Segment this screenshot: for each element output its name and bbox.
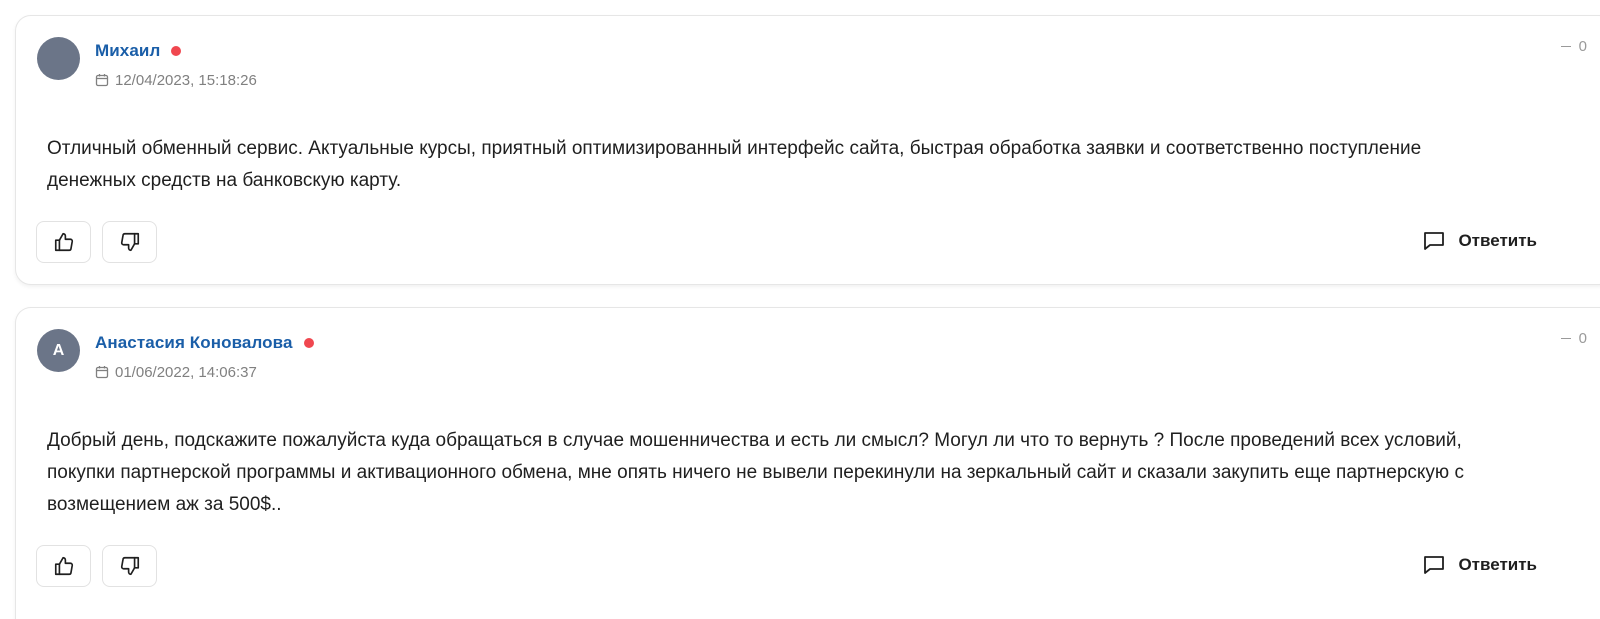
date-text: 12/04/2023, 15:18:26 bbox=[115, 71, 257, 89]
comment-text: Добрый день, подскажите пожалуйста куда … bbox=[47, 430, 1464, 515]
comment-card: А Анастасия Коновалова 01/06/2022, 14:06… bbox=[15, 307, 1600, 619]
thumbs-up-icon bbox=[54, 556, 73, 576]
reply-button[interactable]: Ответить bbox=[1423, 231, 1537, 251]
author-name-link[interactable]: Анастасия Коновалова bbox=[95, 333, 293, 353]
minus-icon bbox=[1560, 45, 1571, 48]
thumbs-down-icon bbox=[120, 232, 139, 252]
thumbs-down-icon bbox=[120, 556, 139, 576]
online-status-dot bbox=[171, 46, 182, 56]
dislike-button[interactable] bbox=[102, 221, 157, 263]
date-text: 01/06/2022, 14:06:37 bbox=[115, 363, 257, 381]
minus-icon bbox=[1560, 337, 1571, 340]
avatar-letter: А bbox=[52, 341, 65, 359]
reply-button[interactable]: Ответить bbox=[1423, 555, 1537, 575]
like-button[interactable] bbox=[36, 545, 91, 587]
rating-value: 0 bbox=[1578, 38, 1587, 55]
comment-card: Михаил 12/04/2023, 15:18:26 0 Отличный о… bbox=[15, 15, 1600, 285]
avatar: А bbox=[37, 329, 80, 372]
author-row: Анастасия Коновалова bbox=[95, 332, 314, 354]
comment-rating: 0 bbox=[1560, 38, 1587, 55]
chat-bubble-icon bbox=[1424, 556, 1445, 574]
author-row: Михаил bbox=[95, 40, 182, 62]
author-name-link[interactable]: Михаил bbox=[95, 41, 160, 61]
calendar-icon bbox=[95, 366, 109, 379]
thumbs-up-icon bbox=[54, 232, 73, 252]
dislike-button[interactable] bbox=[102, 545, 157, 587]
comment-date: 12/04/2023, 15:18:26 bbox=[95, 70, 257, 90]
chat-bubble-icon bbox=[1424, 232, 1445, 250]
rating-value: 0 bbox=[1578, 330, 1587, 347]
comment-rating: 0 bbox=[1560, 330, 1587, 347]
calendar-icon bbox=[95, 74, 109, 87]
comment-text: Отличный обменный сервис. Актуальные кур… bbox=[47, 138, 1422, 191]
like-button[interactable] bbox=[36, 221, 91, 263]
reply-label: Ответить bbox=[1458, 555, 1537, 574]
online-status-dot bbox=[303, 338, 314, 348]
comment-date: 01/06/2022, 14:06:37 bbox=[95, 362, 257, 382]
avatar bbox=[37, 37, 80, 80]
comments-feed: Михаил 12/04/2023, 15:18:26 0 Отличный о… bbox=[0, 0, 1600, 619]
reply-label: Ответить bbox=[1458, 231, 1537, 250]
